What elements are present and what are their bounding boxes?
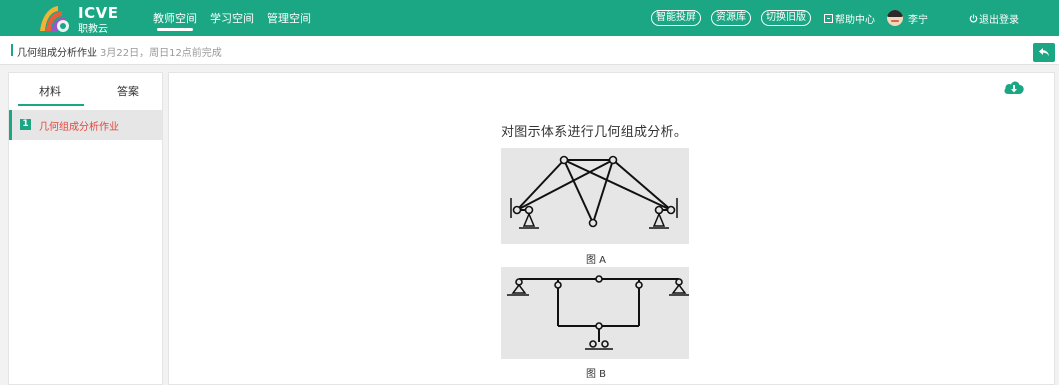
logo[interactable]: ICVE 职教云 — [36, 3, 131, 35]
figure-a-caption: 图 A — [586, 255, 607, 266]
active-tab-indicator — [18, 104, 84, 106]
nav-management-space[interactable]: 管理空间 — [267, 10, 311, 26]
material-viewer: 对图示体系进行几何组成分析。 图 A 图 B — [168, 72, 1055, 385]
help-center-link[interactable]: 帮助中心 — [824, 11, 875, 26]
back-button[interactable] — [1033, 43, 1055, 62]
logout-label: 退出登录 — [979, 15, 1019, 26]
help-center-label: 帮助中心 — [835, 14, 875, 26]
item-index-badge: 1 — [20, 119, 31, 130]
switch-old-version-button[interactable]: 切换旧版 — [761, 10, 811, 26]
tab-material[interactable]: 材料 — [39, 83, 61, 99]
title-accent — [11, 44, 13, 56]
logout-button[interactable]: 退出登录 — [969, 11, 1019, 26]
user-name: 李宁 — [908, 14, 928, 26]
figure-b — [501, 267, 689, 359]
header-actions: 智能投屏 资源库 切换旧版 帮助中心 李宁 — [651, 10, 928, 26]
material-sidebar: 材料 答案 1 几何组成分析作业 — [8, 72, 163, 385]
assignment-name: 几何组成分析作业 — [17, 48, 97, 59]
item-label: 几何组成分析作业 — [39, 122, 119, 133]
top-bar: ICVE 职教云 教师空间 学习空间 管理空间 智能投屏 资源库 切换旧版 帮助… — [0, 0, 1059, 36]
main-nav: 教师空间 学习空间 管理空间 — [153, 10, 311, 31]
nav-teacher-space[interactable]: 教师空间 — [153, 10, 197, 31]
avatar — [887, 10, 903, 26]
resource-library-button[interactable]: 资源库 — [711, 10, 751, 26]
assignment-deadline: 3月22日，周日12点前完成 — [100, 48, 222, 59]
logo-subtitle: 职教云 — [78, 24, 108, 35]
download-cloud-icon[interactable] — [1003, 78, 1025, 96]
user-menu[interactable]: 李宁 — [887, 10, 928, 26]
power-icon — [969, 14, 978, 23]
smart-cast-button[interactable]: 智能投屏 — [651, 10, 701, 26]
assignment-bar: 几何组成分析作业 3月22日，周日12点前完成 — [0, 36, 1059, 65]
logo-icon — [40, 6, 69, 32]
nav-learning-space[interactable]: 学习空间 — [210, 10, 254, 26]
tab-answer[interactable]: 答案 — [117, 83, 139, 99]
figure-a — [501, 148, 689, 244]
figure-b-caption: 图 B — [586, 369, 607, 380]
sidebar-tabs: 材料 答案 — [9, 73, 162, 106]
assignment-title: 几何组成分析作业 3月22日，周日12点前完成 — [17, 44, 222, 59]
help-icon — [824, 13, 833, 23]
back-arrow-icon — [1039, 48, 1049, 57]
list-item[interactable]: 1 几何组成分析作业 — [9, 110, 162, 140]
question-text: 对图示体系进行几何组成分析。 — [501, 125, 688, 140]
